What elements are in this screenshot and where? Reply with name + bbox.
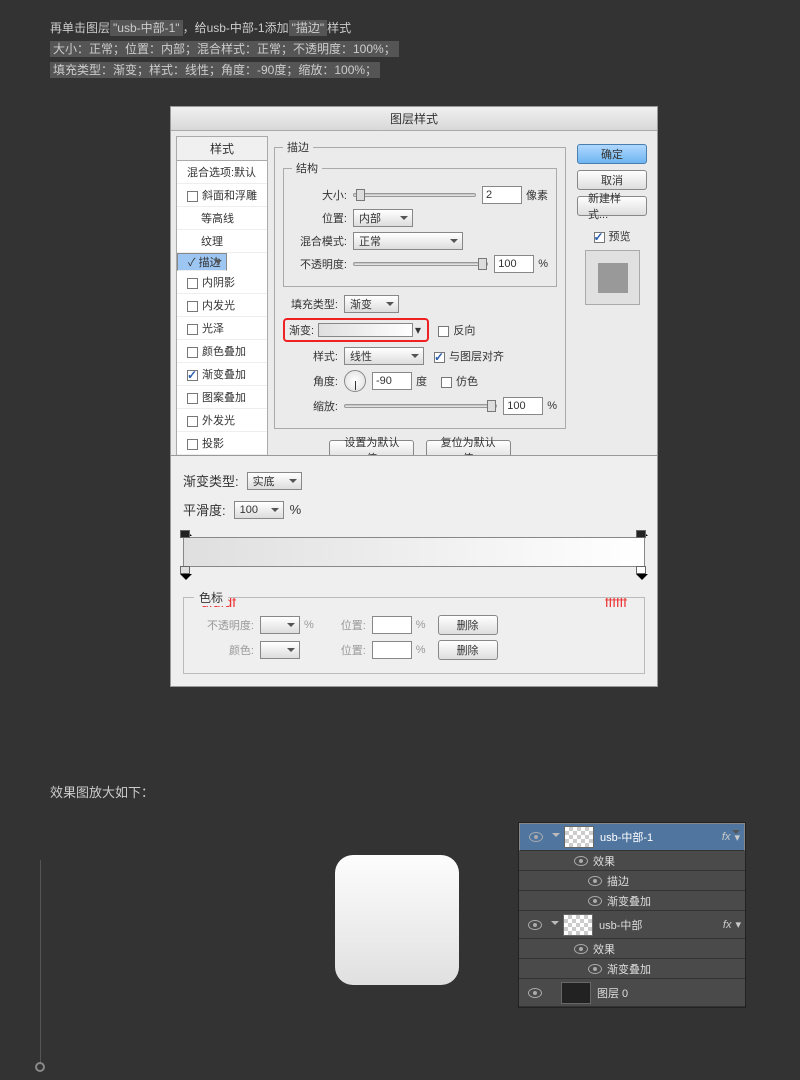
layer-row[interactable]: 图层 0 (519, 979, 745, 1007)
opacity-input[interactable] (494, 255, 534, 273)
stop-opacity-input[interactable] (260, 616, 300, 634)
dither-checkbox[interactable] (441, 377, 452, 388)
layer-gradient-row[interactable]: 渐变叠加 (519, 959, 745, 979)
layer-effects-row[interactable]: 效果 (519, 939, 745, 959)
layer-stroke-row[interactable]: 描边 (519, 871, 745, 891)
reverse-checkbox[interactable] (438, 326, 449, 337)
layer-effects-row[interactable]: 效果 (519, 851, 745, 871)
smoothness-input[interactable]: 100 (234, 501, 284, 519)
instruction-block: 再单击图层"usb-中部-1"，给usb-中部-1添加"描边"样式 大小：正常；… (0, 0, 800, 92)
timeline-line (40, 860, 41, 1065)
style-item[interactable]: 投影 (177, 432, 267, 455)
visibility-icon[interactable] (528, 920, 542, 930)
blend-options[interactable]: 混合选项:默认 (177, 161, 267, 184)
gradient-preview[interactable] (318, 323, 413, 337)
expand-icon[interactable] (552, 833, 560, 841)
ok-button[interactable]: 确定 (577, 144, 647, 164)
style-item[interactable]: 光泽 (177, 317, 267, 340)
layer-thumbnail (561, 982, 591, 1004)
result-preview (335, 855, 459, 985)
visibility-icon[interactable] (528, 988, 542, 998)
layer-thumbnail (564, 826, 594, 848)
opacity-stop-right[interactable] (636, 524, 648, 536)
style-item[interactable]: ✓ 描边 (177, 253, 227, 271)
size-input[interactable] (482, 186, 522, 204)
align-checkbox[interactable] (434, 352, 445, 363)
preview-thumbnail (585, 250, 640, 305)
stop-color-input[interactable] (260, 641, 300, 659)
cancel-button[interactable]: 取消 (577, 170, 647, 190)
layers-panel: usb-中部-1 fx ▾ 效果 描边 渐变叠加 usb-中部 fx ▾ 效果 … (518, 822, 746, 1008)
stop-color-position-input[interactable] (372, 641, 412, 659)
style-item[interactable]: 斜面和浮雕 (177, 184, 267, 207)
visibility-icon[interactable] (529, 832, 543, 842)
color-stop-left[interactable] (180, 568, 192, 580)
expand-icon[interactable] (551, 921, 559, 929)
timeline-dot (35, 1062, 45, 1072)
scale-input[interactable] (503, 397, 543, 415)
style-select[interactable]: 线性 (344, 347, 424, 365)
size-slider[interactable] (353, 193, 476, 197)
fill-type-select[interactable]: 渐变 (344, 295, 399, 313)
opacity-stop-left[interactable] (180, 524, 192, 536)
new-style-button[interactable]: 新建样式... (577, 196, 647, 216)
blend-mode-select[interactable]: 正常 (353, 232, 463, 250)
delete-color-stop-button[interactable]: 删除 (438, 640, 498, 660)
visibility-icon[interactable] (588, 896, 602, 906)
layer-row[interactable]: usb-中部 fx ▾ (519, 911, 745, 939)
visibility-icon[interactable] (588, 876, 602, 886)
layer-thumbnail (563, 914, 593, 936)
layer-gradient-row[interactable]: 渐变叠加 (519, 891, 745, 911)
gradient-bar[interactable] (183, 537, 645, 567)
visibility-icon[interactable] (588, 964, 602, 974)
gradient-editor: 渐变类型: 实底 平滑度: 100 % dfdfdf ffffff 色标 不透明… (170, 455, 658, 687)
style-item[interactable]: 外发光 (177, 409, 267, 432)
position-select[interactable]: 内部 (353, 209, 413, 227)
stop-position-input[interactable] (372, 616, 412, 634)
delete-opacity-stop-button[interactable]: 删除 (438, 615, 498, 635)
preview-checkbox[interactable] (594, 232, 605, 243)
dialog-title: 图层样式 (171, 107, 657, 131)
layer-style-dialog: 图层样式 样式 混合选项:默认 斜面和浮雕等高线纹理✓ 描边内阴影内发光光泽颜色… (170, 106, 658, 473)
layer-row[interactable]: usb-中部-1 fx ▾ (519, 823, 745, 851)
style-item[interactable]: 图案叠加 (177, 386, 267, 409)
style-item[interactable]: 渐变叠加 (177, 363, 267, 386)
opacity-slider[interactable] (353, 262, 488, 266)
style-item[interactable]: 颜色叠加 (177, 340, 267, 363)
scale-slider[interactable] (344, 404, 497, 408)
visibility-icon[interactable] (574, 856, 588, 866)
style-item[interactable]: 内阴影 (177, 271, 267, 294)
angle-dial[interactable] (344, 370, 366, 392)
color-stop-right[interactable] (636, 568, 648, 580)
style-item[interactable]: 纹理 (177, 230, 267, 253)
style-item[interactable]: 内发光 (177, 294, 267, 317)
result-caption: 效果图放大如下： (50, 782, 154, 801)
style-list: 样式 混合选项:默认 斜面和浮雕等高线纹理✓ 描边内阴影内发光光泽颜色叠加渐变叠… (176, 136, 268, 467)
visibility-icon[interactable] (574, 944, 588, 954)
angle-input[interactable] (372, 372, 412, 390)
gradient-type-select[interactable]: 实底 (247, 472, 302, 490)
style-item[interactable]: 等高线 (177, 207, 267, 230)
